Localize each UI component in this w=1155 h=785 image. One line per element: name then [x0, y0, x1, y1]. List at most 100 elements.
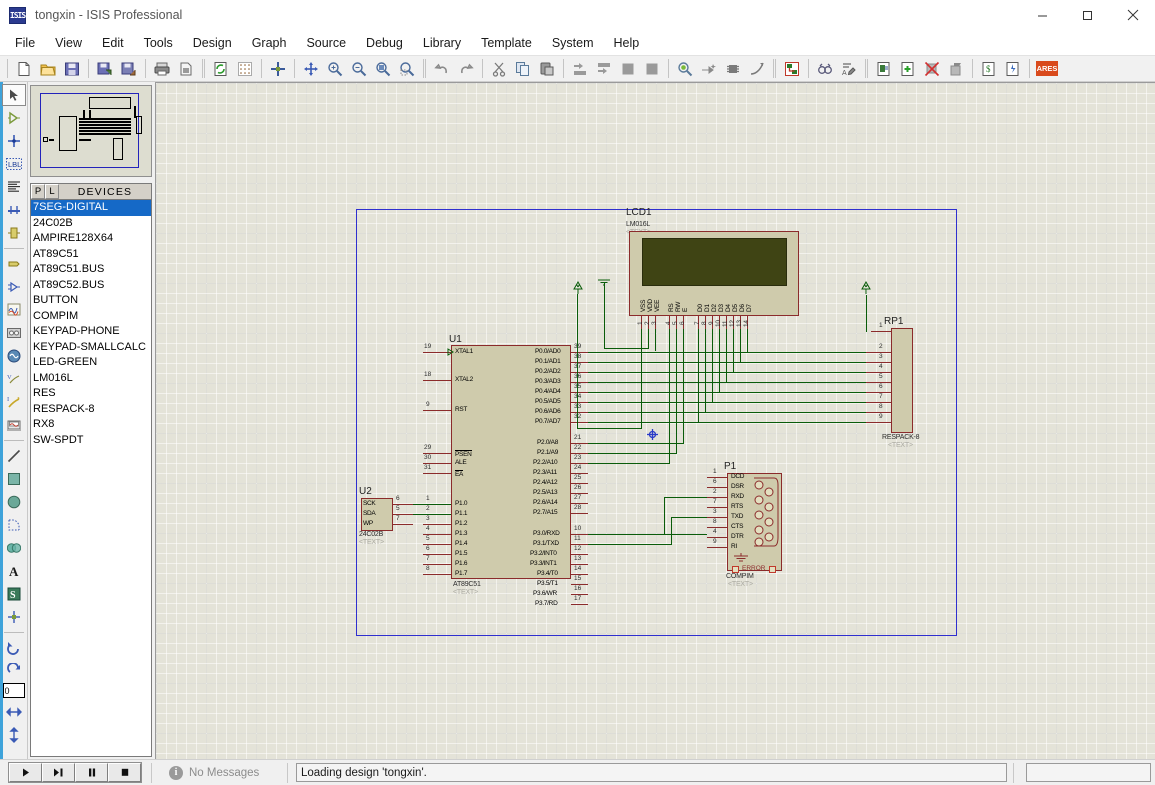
rotate-clockwise-icon[interactable] [2, 637, 26, 659]
property-assignment-icon[interactable] [814, 58, 836, 80]
pick-from-libraries-button[interactable]: P [31, 184, 45, 199]
current-probe-mode-icon[interactable]: I [2, 391, 26, 413]
mirror-horizontal-icon[interactable] [2, 701, 26, 723]
menu-library[interactable]: Library [413, 33, 471, 53]
list-item[interactable]: RX8 [31, 417, 151, 433]
menu-template[interactable]: Template [471, 33, 542, 53]
junction-dot-mode-icon[interactable] [2, 130, 26, 152]
zoom-out-icon[interactable] [348, 58, 370, 80]
component-body-rp1[interactable] [891, 328, 913, 433]
list-item[interactable]: RESPACK-8 [31, 402, 151, 418]
component-value-lcd1[interactable]: LM016L [626, 221, 650, 228]
list-item[interactable]: SW-SPDT [31, 433, 151, 449]
text-script-mode-icon[interactable] [2, 176, 26, 198]
save-icon[interactable] [61, 58, 83, 80]
maximize-icon[interactable] [1065, 0, 1110, 31]
path-tool-icon[interactable] [2, 537, 26, 559]
copy-block-icon[interactable] [569, 58, 591, 80]
undo-icon[interactable] [431, 58, 453, 80]
box-tool-icon[interactable] [2, 468, 26, 490]
pause-button[interactable] [75, 763, 108, 782]
menu-debug[interactable]: Debug [356, 33, 413, 53]
decompose-icon[interactable] [746, 58, 768, 80]
new-sheet-icon[interactable] [873, 58, 895, 80]
play-button[interactable] [9, 763, 42, 782]
bill-of-materials-icon[interactable]: $ [978, 58, 1000, 80]
component-value-p1[interactable]: COMPIM [726, 573, 754, 580]
generator-mode-icon[interactable] [2, 345, 26, 367]
list-item[interactable]: LM016L [31, 371, 151, 387]
list-item[interactable]: LED-GREEN [31, 355, 151, 371]
list-item[interactable]: AT89C51.BUS [31, 262, 151, 278]
virtual-instrument-mode-icon[interactable] [2, 414, 26, 436]
wire-label-mode-icon[interactable]: LBL [2, 153, 26, 175]
print-icon[interactable] [151, 58, 173, 80]
list-item[interactable]: AMPIRE128X64 [31, 231, 151, 247]
cut-icon[interactable] [488, 58, 510, 80]
subcircuit-mode-icon[interactable] [2, 222, 26, 244]
text-tool-icon[interactable]: A [2, 560, 26, 582]
component-reference-u1[interactable]: U1 [449, 335, 462, 345]
rotation-value-field[interactable] [2, 683, 25, 698]
menu-edit[interactable]: Edit [92, 33, 134, 53]
list-item[interactable]: 7SEG-DIGITAL [31, 200, 151, 216]
circle-tool-icon[interactable] [2, 491, 26, 513]
list-item[interactable]: AT89C51 [31, 247, 151, 263]
import-section-icon[interactable] [94, 58, 116, 80]
graph-mode-icon[interactable] [2, 299, 26, 321]
electrical-rules-check-icon[interactable] [1002, 58, 1024, 80]
exit-sheet-icon[interactable] [945, 58, 967, 80]
buses-mode-icon[interactable] [2, 199, 26, 221]
component-reference-rp1[interactable]: RP1 [884, 317, 903, 327]
menu-file[interactable]: File [5, 33, 45, 53]
pick-device-icon[interactable] [674, 58, 696, 80]
menu-system[interactable]: System [542, 33, 604, 53]
add-sheet-icon[interactable] [897, 58, 919, 80]
list-item[interactable]: KEYPAD-SMALLCALC [31, 340, 151, 356]
step-button[interactable] [42, 763, 75, 782]
device-pins-mode-icon[interactable] [2, 276, 26, 298]
component-reference-lcd1[interactable]: LCD1 [626, 208, 652, 218]
list-item[interactable]: AT89C52.BUS [31, 278, 151, 294]
mirror-vertical-icon[interactable] [2, 724, 26, 746]
component-value-rp1[interactable]: RESPACK-8 [882, 434, 920, 441]
terminals-mode-icon[interactable] [2, 253, 26, 275]
wire-label-icon[interactable] [781, 58, 803, 80]
tape-recorder-mode-icon[interactable] [2, 322, 26, 344]
list-item[interactable]: BUTTON [31, 293, 151, 309]
line-tool-icon[interactable] [2, 445, 26, 467]
component-value-u2[interactable]: 24C02B [359, 531, 383, 538]
move-block-icon[interactable] [593, 58, 615, 80]
menu-source[interactable]: Source [296, 33, 356, 53]
paste-icon[interactable] [536, 58, 558, 80]
remove-sheet-icon[interactable] [921, 58, 943, 80]
export-section-icon[interactable] [118, 58, 140, 80]
menu-design[interactable]: Design [183, 33, 242, 53]
list-item[interactable]: KEYPAD-PHONE [31, 324, 151, 340]
zoom-in-icon[interactable] [324, 58, 346, 80]
rotate-anticlockwise-icon[interactable] [2, 660, 26, 682]
library-manager-button[interactable]: L [45, 184, 59, 199]
menu-help[interactable]: Help [604, 33, 650, 53]
component-value-u1[interactable]: AT89C51 [453, 581, 481, 588]
ares-pcb-icon[interactable]: ARES [1035, 58, 1059, 80]
close-icon[interactable] [1110, 0, 1155, 31]
list-item[interactable]: RES [31, 386, 151, 402]
new-file-icon[interactable] [13, 58, 35, 80]
refresh-display-icon[interactable] [210, 58, 232, 80]
simulation-log-button[interactable]: i No Messages [168, 765, 279, 780]
marker-tool-icon[interactable] [2, 606, 26, 628]
voltage-probe-mode-icon[interactable]: V [2, 368, 26, 390]
toggle-grid-icon[interactable] [234, 58, 256, 80]
overview-preview[interactable] [30, 85, 152, 177]
redo-icon[interactable] [455, 58, 477, 80]
origin-icon[interactable] [267, 58, 289, 80]
rotate-block-icon[interactable] [617, 58, 639, 80]
copy-icon[interactable] [512, 58, 534, 80]
menu-graph[interactable]: Graph [242, 33, 297, 53]
list-item[interactable]: COMPIM [31, 309, 151, 325]
stop-button[interactable] [108, 763, 141, 782]
symbol-tool-icon[interactable]: S [2, 583, 26, 605]
make-device-icon[interactable] [698, 58, 720, 80]
design-explorer-icon[interactable]: A [838, 58, 860, 80]
